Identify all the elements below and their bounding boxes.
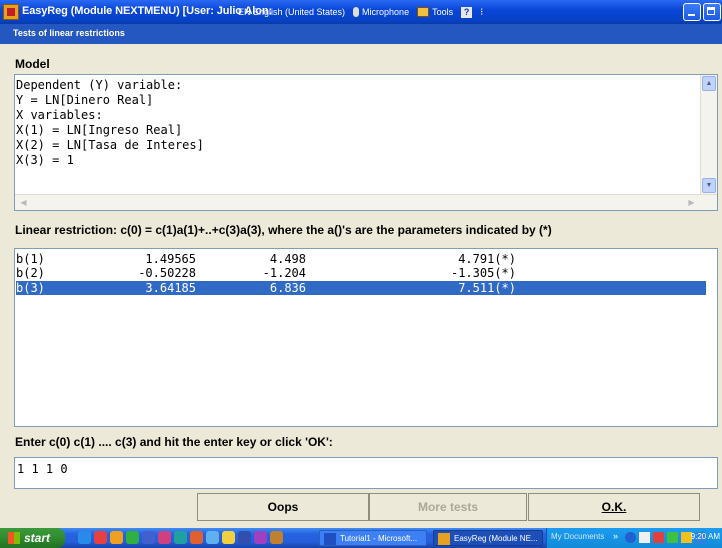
coefficients-list[interactable]: b(1) 1.49565 4.498 4.791(*) b(2) -0.5022… — [14, 248, 718, 427]
ok-button[interactable]: O.K. — [528, 493, 700, 521]
list-item[interactable]: b(2) -0.50228 -1.204 -1.305(*) — [16, 266, 706, 280]
model-line: X(3) = 1 — [16, 153, 74, 167]
tools-icon — [417, 7, 430, 17]
horizontal-scrollbar[interactable]: ◀ ▶ — [15, 194, 717, 210]
model-lines: Dependent (Y) variable: Y = LN[Dinero Re… — [16, 78, 696, 168]
app-launch-icon[interactable] — [142, 531, 155, 544]
language-bar[interactable]: EN English (United States) Microphone To… — [238, 3, 483, 21]
scroll-left-icon[interactable]: ◀ — [16, 196, 31, 209]
list-item[interactable]: b(1) 1.49565 4.498 4.791(*) — [16, 252, 706, 266]
app-launch-icon[interactable] — [110, 531, 123, 544]
app-launch-icon[interactable] — [126, 531, 139, 544]
tray-app-icon[interactable] — [653, 532, 664, 543]
coef-value-marked: 7.511(*) — [458, 281, 516, 295]
system-tray: My Documents » 9:20 AM — [546, 528, 722, 548]
model-textbox[interactable]: Dependent (Y) variable: Y = LN[Dinero Re… — [14, 74, 718, 211]
app-launch-icon[interactable] — [174, 531, 187, 544]
start-button[interactable]: start — [0, 528, 65, 548]
coef-name: b(1) — [16, 252, 45, 266]
app-launch-icon[interactable] — [238, 531, 251, 544]
app-launch-icon[interactable] — [222, 531, 235, 544]
browser-icon[interactable] — [78, 531, 91, 544]
app-icon[interactable] — [3, 4, 19, 20]
minimize-button[interactable] — [683, 3, 701, 21]
app-launch-icon[interactable] — [206, 531, 219, 544]
coef-t-value: -1.204 — [262, 266, 306, 280]
coef-estimate: 1.49565 — [145, 252, 196, 266]
model-heading: Model — [15, 57, 50, 71]
tray-toolbar-label[interactable]: My Documents — [551, 532, 604, 541]
easyreg-icon — [438, 533, 450, 545]
entry-prompt: Enter c(0) c(1) .... c(3) and hit the en… — [15, 435, 333, 449]
maximize-button[interactable] — [703, 3, 721, 21]
microphone-button[interactable]: Microphone — [353, 7, 409, 17]
taskbar-button-word[interactable]: Tutorial1 - Microsoft... — [319, 530, 427, 546]
coef-estimate: 3.64185 — [145, 281, 196, 295]
taskbar: start Tutorial1 - Microsoft... EasyReg (… — [0, 528, 722, 548]
clock[interactable]: 9:20 AM — [691, 532, 720, 541]
coef-name: b(3) — [16, 281, 45, 295]
word-icon — [324, 533, 336, 545]
model-line: Y = LN[Dinero Real] — [16, 93, 154, 107]
app-launch-icon[interactable] — [190, 531, 203, 544]
windows-logo-icon — [8, 532, 20, 544]
oops-button[interactable]: Oops — [197, 493, 369, 521]
tray-app-icon[interactable] — [639, 532, 650, 543]
dialog-title-bar: Tests of linear restrictions — [0, 24, 722, 44]
coef-estimate: -0.50228 — [138, 266, 196, 280]
tools-label: Tools — [432, 7, 454, 17]
more-tests-button[interactable]: More tests — [369, 493, 527, 521]
model-line: X(2) = LN[Tasa de Interes] — [16, 138, 204, 152]
window-title: EasyReg (Module NEXTMENU) [User: Julio A… — [22, 5, 273, 17]
start-label: start — [24, 531, 51, 545]
tools-button[interactable]: Tools — [417, 7, 453, 17]
scroll-right-icon[interactable]: ▶ — [684, 196, 699, 209]
model-line: X(1) = LN[Ingreso Real] — [16, 123, 183, 137]
tray-expand-icon[interactable]: » — [613, 531, 618, 541]
restriction-heading: Linear restriction: c(0) = c(1)a(1)+..+c… — [15, 223, 552, 237]
dialog-title: Tests of linear restrictions — [13, 28, 125, 38]
list-item-selected[interactable]: b(3) 3.64185 6.836 7.511(*) — [16, 281, 706, 295]
app-launch-icon[interactable] — [158, 531, 171, 544]
coef-value-marked: 4.791(*) — [458, 252, 516, 266]
taskbar-button-label: Tutorial1 - Microsoft... — [340, 534, 418, 543]
scroll-down-icon[interactable]: ▼ — [702, 178, 716, 193]
langbar-options-icon[interactable]: ⁝ — [480, 7, 483, 18]
coefficients-input[interactable]: 1 1 1 0 — [14, 457, 718, 489]
taskbar-button-label: EasyReg (Module NE... — [454, 534, 538, 543]
tray-app-icon[interactable] — [667, 532, 678, 543]
title-bar[interactable]: EasyReg (Module NEXTMENU) [User: Julio A… — [0, 0, 722, 24]
quick-launch — [78, 531, 283, 544]
coef-t-value: 6.836 — [269, 281, 306, 295]
coef-t-value: 4.498 — [269, 252, 306, 266]
coef-name: b(2) — [16, 266, 45, 280]
app-launch-icon[interactable] — [254, 531, 267, 544]
app-launch-icon[interactable] — [94, 531, 107, 544]
microphone-label: Microphone — [362, 7, 410, 17]
model-line: Dependent (Y) variable: — [16, 78, 183, 92]
tray-app-icon[interactable] — [625, 532, 636, 543]
coef-value-marked: -1.305(*) — [450, 266, 516, 280]
scroll-up-icon[interactable]: ▲ — [702, 76, 716, 91]
microphone-icon — [353, 7, 360, 17]
language-indicator[interactable]: EN English (United States) — [238, 7, 345, 17]
taskbar-button-easyreg[interactable]: EasyReg (Module NE... — [433, 530, 543, 546]
app-launch-icon[interactable] — [270, 531, 283, 544]
vertical-scrollbar[interactable]: ▲ ▼ — [700, 75, 717, 210]
help-icon[interactable]: ? — [461, 6, 473, 18]
coefficients-input-value: 1 1 1 0 — [17, 462, 68, 476]
model-line: X variables: — [16, 108, 103, 122]
